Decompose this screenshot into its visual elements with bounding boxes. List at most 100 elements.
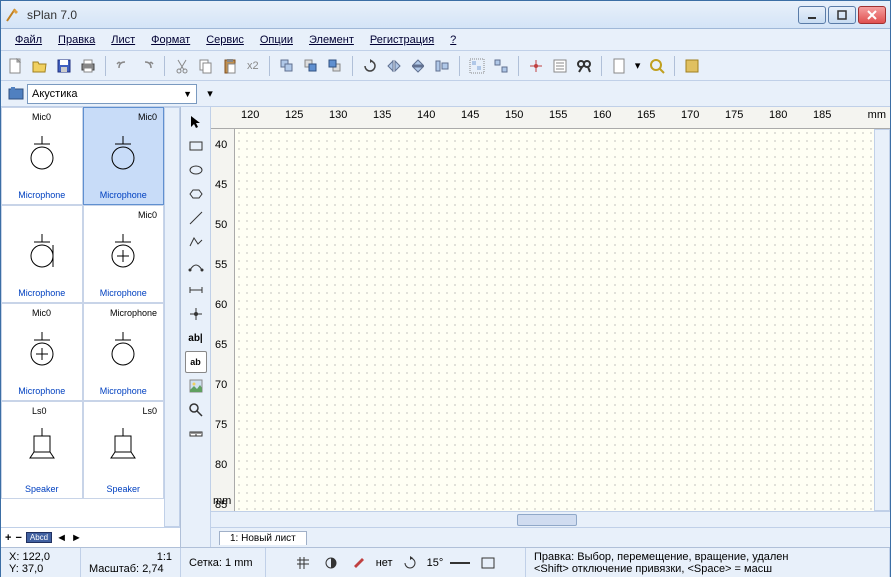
palette-item[interactable]: Ls0Speaker xyxy=(83,401,165,499)
ruler-horizontal[interactable]: mm 1201251301351401451501551601651701751… xyxy=(211,107,890,129)
menu-file[interactable]: Файл xyxy=(7,32,50,48)
status-text2: нет xyxy=(376,557,393,569)
menubar: Файл Правка Лист Формат Сервис Опции Эле… xyxy=(1,29,890,51)
palette-item[interactable]: Mic0Microphone xyxy=(1,303,83,401)
align-icon[interactable] xyxy=(431,55,453,77)
window-title: sPlan 7.0 xyxy=(27,8,798,22)
tool-column: ab| ab xyxy=(181,107,211,547)
rect-tool-icon[interactable] xyxy=(185,135,207,157)
new-icon[interactable] xyxy=(5,55,27,77)
textbox-tool-icon[interactable]: ab xyxy=(185,351,207,373)
flip-h-icon[interactable] xyxy=(383,55,405,77)
page-icon[interactable] xyxy=(608,55,630,77)
canvas-hscrollbar[interactable] xyxy=(211,511,890,527)
menu-service[interactable]: Сервис xyxy=(198,32,252,48)
canvas-area: mm 1201251301351401451501551601651701751… xyxy=(211,107,890,547)
palette-right-icon[interactable]: ► xyxy=(71,532,82,544)
palette-item[interactable]: MicrophoneMicrophone xyxy=(83,303,165,401)
palette-controls: + − Abcd ◄ ► xyxy=(1,527,180,547)
palette-item[interactable]: Mic0Microphone xyxy=(1,107,83,205)
contrast-icon[interactable] xyxy=(320,552,342,574)
image-tool-icon[interactable] xyxy=(185,375,207,397)
library-icon[interactable] xyxy=(5,83,27,105)
plus-icon[interactable]: + xyxy=(5,532,11,544)
menu-format[interactable]: Формат xyxy=(143,32,198,48)
palette-scrollbar[interactable] xyxy=(164,107,180,527)
special-tool-icon[interactable] xyxy=(185,183,207,205)
palette-item[interactable]: Microphone xyxy=(1,205,83,303)
library-select[interactable]: Акустика ▼ xyxy=(27,84,197,104)
pointer-tool-icon[interactable] xyxy=(185,111,207,133)
text-tool-icon[interactable]: ab| xyxy=(185,327,207,349)
close-button[interactable] xyxy=(858,6,886,24)
duplicate-icon[interactable] xyxy=(276,55,298,77)
menu-edit[interactable]: Правка xyxy=(50,32,103,48)
menu-registration[interactable]: Регистрация xyxy=(362,32,442,48)
send-back-icon[interactable] xyxy=(324,55,346,77)
angle-icon[interactable] xyxy=(399,552,421,574)
maximize-button[interactable] xyxy=(828,6,856,24)
status-angle: 15° xyxy=(427,557,444,569)
status-hint1: Правка: Выбор, перемещение, вращение, уд… xyxy=(534,551,881,563)
minimize-button[interactable] xyxy=(798,6,826,24)
zoom-tool-icon[interactable] xyxy=(185,399,207,421)
library-menu-icon[interactable]: ▾ xyxy=(199,83,221,105)
minus-icon[interactable]: − xyxy=(15,532,21,544)
save-icon[interactable] xyxy=(53,55,75,77)
palette-grid: Mic0MicrophoneMic0MicrophoneMicrophoneMi… xyxy=(1,107,164,527)
bring-front-icon[interactable] xyxy=(300,55,322,77)
canvas-vscrollbar[interactable] xyxy=(874,129,890,511)
copy-icon[interactable] xyxy=(195,55,217,77)
ellipse-tool-icon[interactable] xyxy=(185,159,207,181)
app-icon xyxy=(5,7,21,23)
menu-element[interactable]: Элемент xyxy=(301,32,362,48)
zoom-fit-icon[interactable] xyxy=(646,55,668,77)
pen-style-icon[interactable] xyxy=(348,552,370,574)
polyline-tool-icon[interactable] xyxy=(185,231,207,253)
status-x: X: 122,0 xyxy=(9,551,72,563)
component-icon[interactable] xyxy=(681,55,703,77)
flip-v-icon[interactable] xyxy=(407,55,429,77)
rect-style-icon[interactable] xyxy=(477,552,499,574)
redo-icon[interactable] xyxy=(136,55,158,77)
print-icon[interactable] xyxy=(77,55,99,77)
menu-sheet[interactable]: Лист xyxy=(103,32,143,48)
paste-x2[interactable]: x2 xyxy=(243,55,263,77)
measure-tool-icon[interactable] xyxy=(185,423,207,445)
undo-icon[interactable] xyxy=(112,55,134,77)
palette-left-icon[interactable]: ◄ xyxy=(56,532,67,544)
dropdown-icon[interactable]: ▾ xyxy=(632,55,644,77)
line-tool-icon[interactable] xyxy=(185,207,207,229)
status-ratio: 1:1 xyxy=(89,551,172,563)
group-icon[interactable] xyxy=(466,55,488,77)
open-icon[interactable] xyxy=(29,55,51,77)
library-bar: Акустика ▼ ▾ xyxy=(1,81,890,107)
component-palette: Mic0MicrophoneMic0MicrophoneMicrophoneMi… xyxy=(1,107,181,547)
node-tool-icon[interactable] xyxy=(185,303,207,325)
palette-item[interactable]: Mic0Microphone xyxy=(83,107,165,205)
status-y: Y: 37,0 xyxy=(9,563,72,575)
list-icon[interactable] xyxy=(549,55,571,77)
search-icon[interactable] xyxy=(573,55,595,77)
toolbar: x2 ▾ xyxy=(1,51,890,81)
ruler-vertical[interactable]: 40455055606570758085mm xyxy=(211,129,235,511)
status-grid: 1 mm xyxy=(225,557,253,569)
dimension-tool-icon[interactable] xyxy=(185,279,207,301)
palette-item[interactable]: Mic0Microphone xyxy=(83,205,165,303)
menu-options[interactable]: Опции xyxy=(252,32,301,48)
snap-icon[interactable] xyxy=(525,55,547,77)
grid-toggle-icon[interactable] xyxy=(292,552,314,574)
menu-help[interactable]: ? xyxy=(442,32,464,48)
palette-item[interactable]: Ls0Speaker xyxy=(1,401,83,499)
drawing-canvas[interactable] xyxy=(235,129,874,511)
line-weight-icon[interactable] xyxy=(449,552,471,574)
label-toggle-icon[interactable]: Abcd xyxy=(26,532,52,543)
cut-icon[interactable] xyxy=(171,55,193,77)
paste-icon[interactable] xyxy=(219,55,241,77)
rotate-icon[interactable] xyxy=(359,55,381,77)
ruler-h-unit: mm xyxy=(868,109,886,121)
ungroup-icon[interactable] xyxy=(490,55,512,77)
bezier-tool-icon[interactable] xyxy=(185,255,207,277)
chevron-down-icon: ▼ xyxy=(183,89,192,99)
sheet-tab[interactable]: 1: Новый лист xyxy=(219,531,307,545)
